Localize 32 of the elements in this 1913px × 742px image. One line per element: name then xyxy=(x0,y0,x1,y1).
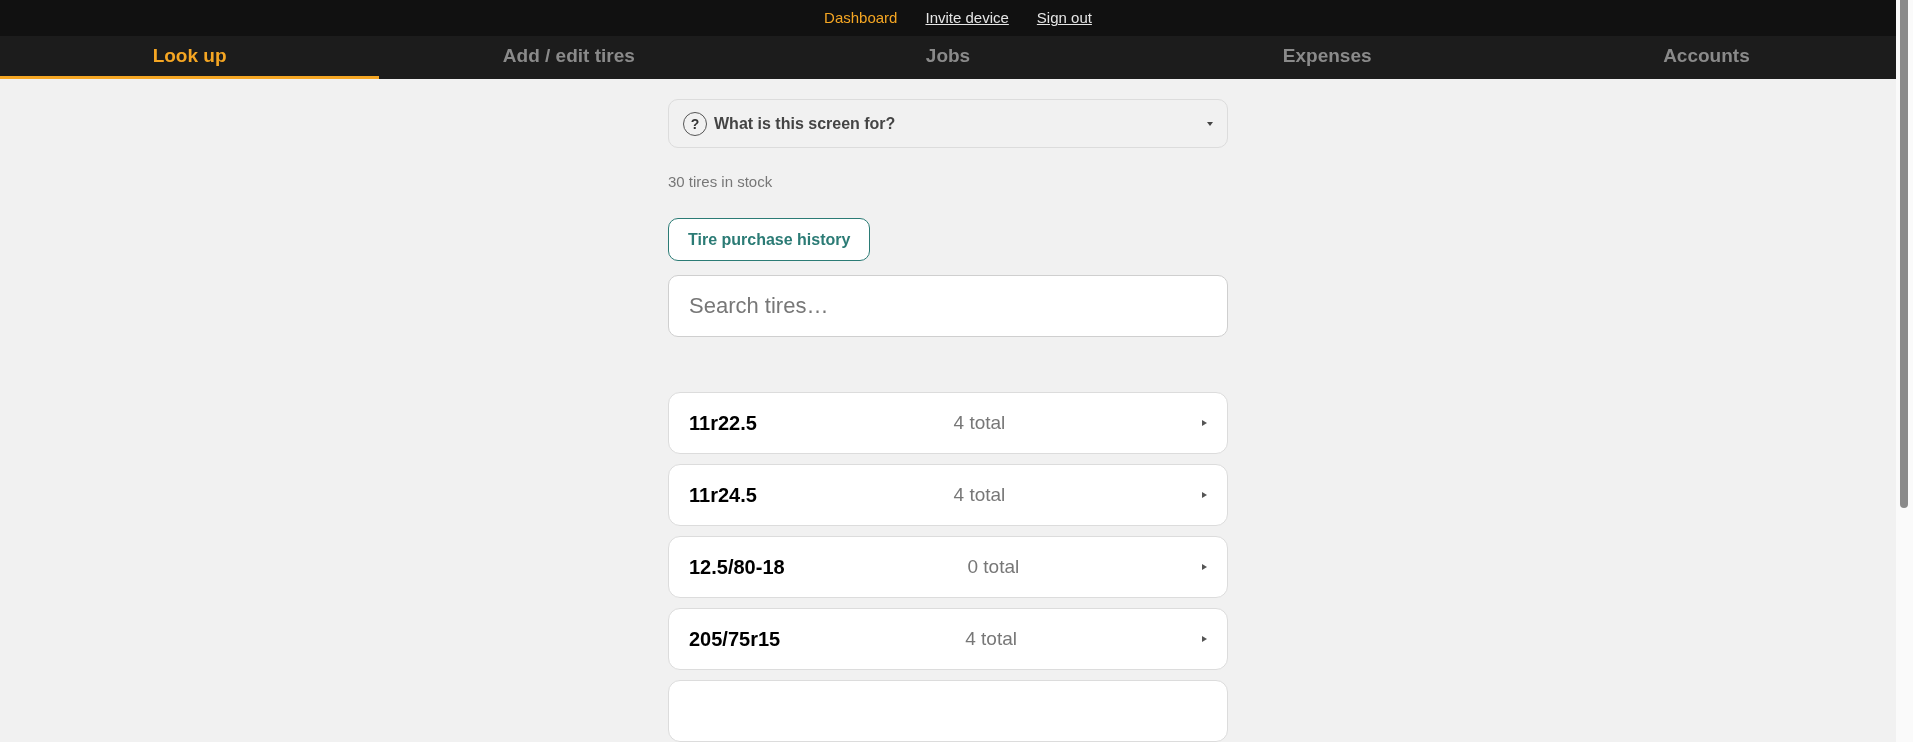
tire-size-row[interactable]: 11r22.5 4 total xyxy=(668,392,1228,454)
scrollbar[interactable] xyxy=(1896,0,1913,742)
tire-size: 205/75r15 xyxy=(689,627,781,651)
tire-size: 11r22.5 xyxy=(689,411,757,435)
tab[interactable]: Jobs xyxy=(758,35,1138,79)
nav-link[interactable]: Sign out xyxy=(1036,9,1092,27)
tab[interactable]: Add / edit tires xyxy=(379,35,759,79)
triangle-right-icon xyxy=(1202,492,1207,498)
help-title: What is this screen for? xyxy=(714,114,897,133)
tire-size-row[interactable]: 12.5/80-18 0 total xyxy=(668,536,1228,598)
stock-count: 30 tires in stock xyxy=(668,173,774,190)
triangle-right-icon xyxy=(1202,636,1207,642)
tire-total: 4 total xyxy=(965,628,1017,650)
scrollbar-thumb[interactable] xyxy=(1900,0,1908,508)
purchase-history-button[interactable]: Tire purchase history xyxy=(668,218,871,261)
nav-link[interactable]: Dashboard xyxy=(824,9,898,27)
tire-size: 11r24.5 xyxy=(689,483,757,507)
tab[interactable]: Accounts xyxy=(1516,35,1896,79)
tire-size-row[interactable]: 11r24.5 4 total xyxy=(668,464,1228,526)
tire-size: 12.5/80-18 xyxy=(689,555,785,579)
nav-link[interactable]: Invite device xyxy=(925,9,1009,27)
tire-size-row[interactable]: 205/75r15 4 total xyxy=(668,608,1228,670)
tab[interactable]: Look up xyxy=(0,35,380,79)
triangle-right-icon xyxy=(1202,420,1207,426)
tire-total: 0 total xyxy=(967,556,1020,578)
triangle-right-icon xyxy=(1202,564,1207,570)
caret-icon xyxy=(1207,121,1213,126)
tire-total: 4 total xyxy=(953,412,1006,434)
tire-total: 4 total xyxy=(953,484,1006,506)
tab[interactable]: Expenses xyxy=(1137,35,1517,79)
search-field[interactable]: Search tires… xyxy=(668,275,1228,337)
help-disclosure[interactable]: ? What is this screen for? xyxy=(668,99,1228,148)
